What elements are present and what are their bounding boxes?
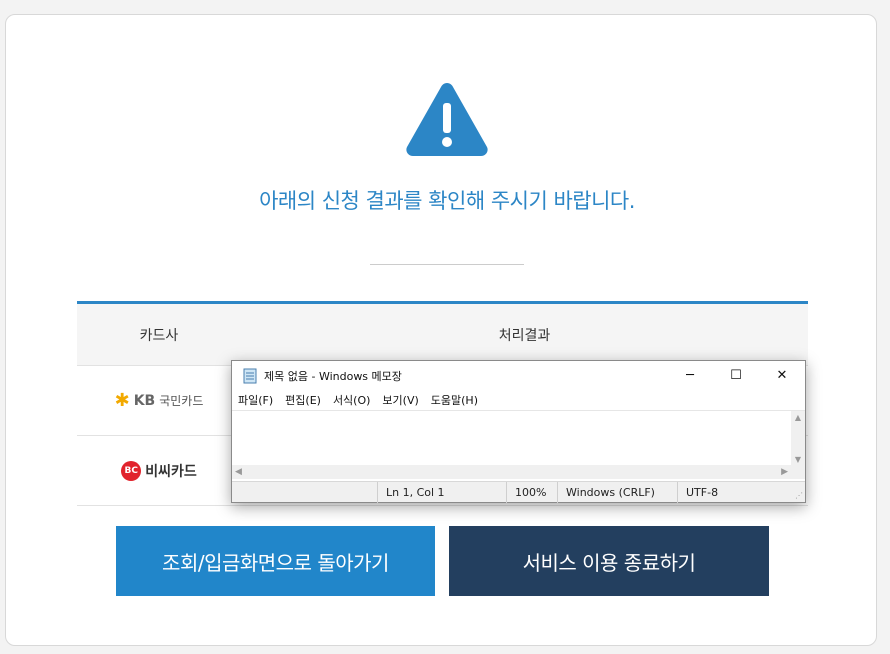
page-title: 아래의 신청 결과를 확인해 주시기 바랍니다. (259, 189, 635, 213)
status-position: Ln 1, Col 1 (377, 481, 506, 503)
status-zoom: 100% (506, 481, 557, 503)
status-line-ending: Windows (CRLF) (557, 481, 677, 503)
kb-card-logo: ✱ KB 국민카드 (114, 389, 204, 411)
column-header-result: 처리결과 (498, 327, 551, 344)
bc-card-logo: BC 비씨카드 (77, 460, 241, 481)
close-button[interactable]: ✕ (759, 361, 805, 390)
menu-format[interactable]: 서식(O) (333, 392, 370, 408)
result-page-card: 아래의 신청 결과를 확인해 주시기 바랍니다. 카드사 처리결과 ✱ KB 국… (5, 14, 877, 646)
divider (370, 264, 524, 265)
menu-edit[interactable]: 편집(E) (285, 392, 321, 408)
scroll-right-icon[interactable]: ▶ (781, 467, 788, 477)
minimize-button[interactable]: ─ (667, 361, 713, 390)
horizontal-scrollbar[interactable]: ◀ ▶ (232, 465, 791, 479)
kb-star-icon: ✱ (114, 389, 130, 411)
scroll-down-icon[interactable]: ▼ (795, 455, 801, 464)
vertical-scrollbar[interactable]: ▲ ▼ (791, 411, 805, 466)
back-to-inquiry-button[interactable]: 조회/입금화면으로 돌아가기 (116, 526, 435, 596)
menu-view[interactable]: 보기(V) (382, 392, 418, 408)
scroll-left-icon[interactable]: ◀ (235, 467, 242, 477)
notepad-statusbar: Ln 1, Col 1 100% Windows (CRLF) UTF-8 ⋰ (232, 481, 805, 503)
notepad-window[interactable]: 제목 없음 - Windows 메모장 ─ ☐ ✕ 파일(F) 편집(E) 서식… (231, 360, 806, 503)
bc-circle-icon: BC (121, 460, 142, 481)
notepad-title: 제목 없음 - Windows 메모장 (264, 369, 402, 383)
notepad-text-area[interactable]: ▲ ▼ (232, 410, 805, 466)
notepad-menubar: 파일(F) 편집(E) 서식(O) 보기(V) 도움말(H) (232, 390, 805, 409)
status-encoding: UTF-8 (677, 481, 805, 503)
column-header-card: 카드사 (139, 327, 179, 344)
end-service-button[interactable]: 서비스 이용 종료하기 (449, 526, 769, 596)
maximize-button[interactable]: ☐ (713, 361, 759, 390)
menu-file[interactable]: 파일(F) (238, 392, 273, 408)
notepad-titlebar[interactable]: 제목 없음 - Windows 메모장 ─ ☐ ✕ (232, 361, 805, 390)
notepad-icon (243, 368, 257, 383)
table-header: 카드사 처리결과 (77, 304, 808, 366)
scroll-up-icon[interactable]: ▲ (795, 413, 801, 422)
menu-help[interactable]: 도움말(H) (431, 392, 478, 408)
resize-grip-icon[interactable]: ⋰ (795, 491, 803, 500)
scroll-corner (791, 465, 805, 479)
warning-icon (406, 83, 488, 156)
